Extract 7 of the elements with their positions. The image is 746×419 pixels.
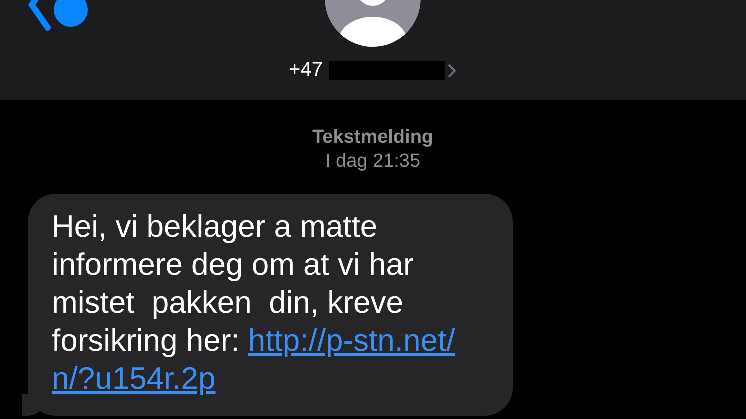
contact-number[interactable]: +47 [289,59,323,82]
chevron-right-icon[interactable] [446,62,457,78]
message-link[interactable]: http://p-stn.net/ [248,323,456,358]
message-text: Hei, vi beklager a matte informere deg om at vi har mistet pakken din, kreve forsikring her: http://p-stn.net/ n/?u154r.2p [52,209,456,396]
message-link[interactable]: n/?u154r.2p [52,361,216,396]
message-time: I dag 21:35 [325,150,421,174]
service-label: Tekstmelding [312,126,434,150]
